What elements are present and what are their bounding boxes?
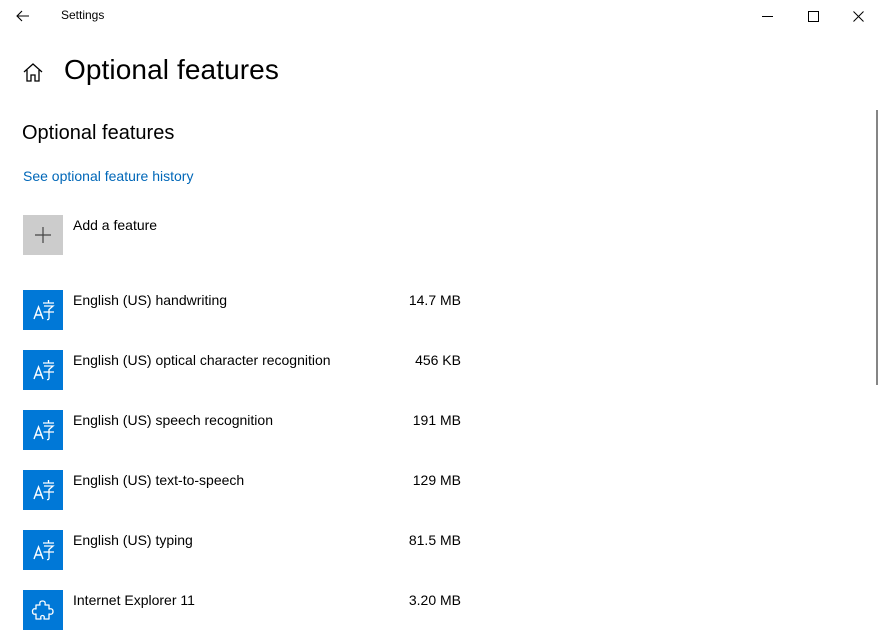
maximize-button[interactable] [790,0,836,32]
language-icon [33,300,55,321]
language-icon [33,540,55,561]
feature-item-handwriting[interactable]: English (US) handwriting 14.7 MB [23,290,483,350]
minimize-button[interactable] [744,0,790,32]
feature-list: English (US) handwriting 14.7 MB English… [23,290,483,634]
home-icon[interactable] [22,62,44,84]
add-feature-label: Add a feature [73,217,158,233]
feature-item-typing[interactable]: English (US) typing 81.5 MB [23,530,483,590]
settings-window: Settings Optional features Optional feat… [0,0,881,634]
feature-icon-tile [23,530,63,570]
plus-icon [35,227,51,243]
feature-name: English (US) text-to-speech [73,472,245,488]
back-button[interactable] [8,2,38,30]
title-bar: Settings [0,0,881,32]
app-title: Settings [61,8,105,22]
feature-icon-tile [23,470,63,510]
feature-icon-tile [23,350,63,390]
close-icon [852,10,864,22]
scrollbar[interactable] [876,110,878,385]
feature-size: 129 MB [412,472,461,488]
feature-size: 191 MB [412,412,461,428]
feature-name: Internet Explorer 11 [73,592,195,608]
section-title: Optional features [22,122,175,144]
puzzle-icon [31,600,54,620]
feature-size: 456 KB [415,352,461,368]
feature-item-internet-explorer[interactable]: Internet Explorer 11 3.20 MB [23,590,483,634]
language-icon [33,420,55,441]
feature-size: 3.20 MB [408,592,461,608]
feature-icon-tile [23,290,63,330]
feature-size: 81.5 MB [408,532,461,548]
close-button[interactable] [835,0,881,32]
maximize-icon [807,10,819,22]
feature-name: English (US) handwriting [73,292,228,308]
feature-icon-tile [23,590,63,630]
language-icon [33,360,55,381]
feature-item-speech[interactable]: English (US) speech recognition 191 MB [23,410,483,470]
feature-item-ocr[interactable]: English (US) optical character recogniti… [23,350,483,410]
back-arrow-icon [16,10,29,22]
feature-item-tts[interactable]: English (US) text-to-speech 129 MB [23,470,483,530]
add-feature-tile [23,215,63,255]
add-feature-button[interactable]: Add a feature [23,215,323,255]
page-title: Optional features [64,54,279,85]
feature-name: English (US) optical character recogniti… [73,352,331,368]
optional-feature-history-link[interactable]: See optional feature history [23,168,193,184]
language-icon [33,480,55,501]
minimize-icon [761,15,773,17]
feature-name: English (US) typing [73,532,193,548]
feature-size: 14.7 MB [408,292,461,308]
feature-name: English (US) speech recognition [73,412,273,428]
feature-icon-tile [23,410,63,450]
